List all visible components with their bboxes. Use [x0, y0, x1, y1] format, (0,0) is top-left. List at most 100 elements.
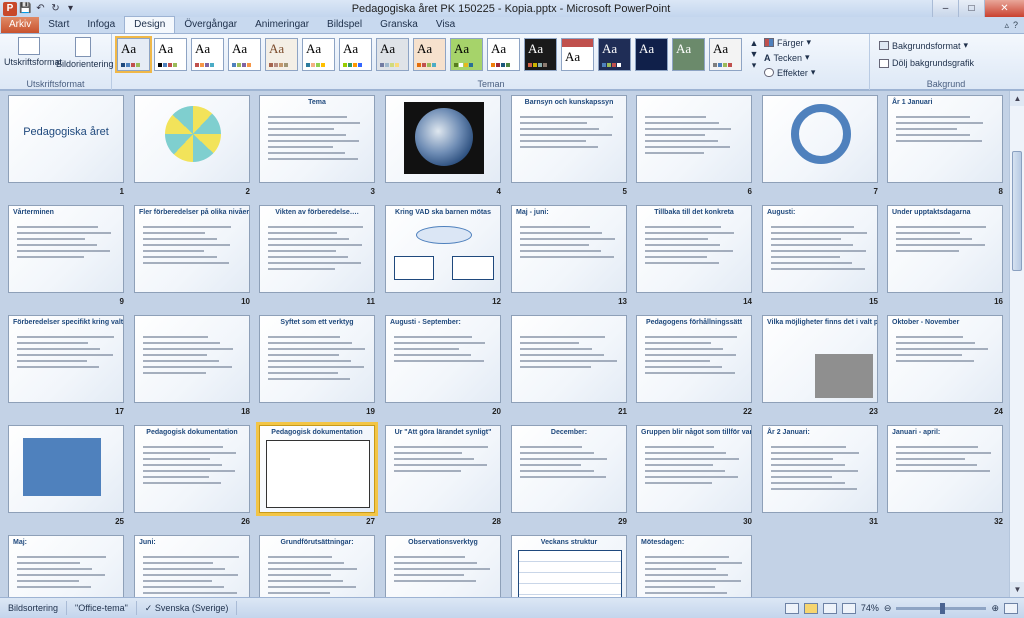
tab-infoga[interactable]: Infoga	[78, 17, 124, 33]
theme-office[interactable]: Aa	[115, 36, 152, 73]
slide-thumbnail[interactable]	[134, 95, 250, 183]
theme-16[interactable]: Aa	[672, 38, 705, 71]
vertical-scrollbar[interactable]: ▲ ▼	[1009, 91, 1024, 597]
slide-thumbnail[interactable]: Syftet som ett verktyg	[259, 315, 375, 403]
scroll-down-icon[interactable]: ▼	[1010, 582, 1024, 597]
zoom-slider[interactable]	[896, 602, 987, 614]
theme-14[interactable]: Aa	[598, 38, 631, 71]
slide-thumbnail[interactable]	[8, 425, 124, 513]
slide-thumbnail[interactable]: Gruppen blir något som tillför varje bar…	[636, 425, 752, 513]
theme-5[interactable]: Aa	[265, 38, 298, 71]
slide-thumbnail[interactable]: Observationsverktyg	[385, 535, 501, 597]
theme-15[interactable]: Aa	[635, 38, 668, 71]
hide-background-checkbox[interactable]: Dölj bakgrundsgrafik	[879, 58, 974, 68]
theme-17[interactable]: Aa	[709, 38, 742, 71]
slide-thumbnail[interactable]: Tillbaka till det konkreta	[636, 205, 752, 293]
zoom-out-icon[interactable]: ⊖	[884, 603, 892, 614]
tab-granska[interactable]: Granska	[371, 17, 427, 33]
slide-thumbnail[interactable]: Pedagogens förhållningssätt	[636, 315, 752, 403]
theme-8[interactable]: Aa	[376, 38, 409, 71]
zoom-level[interactable]: 74%	[861, 603, 879, 613]
theme-12[interactable]: Aa	[524, 38, 557, 71]
slide-thumbnail[interactable]: År 2 Januari:	[762, 425, 878, 513]
slide-thumbnail[interactable]: Tema	[259, 95, 375, 183]
theme-13[interactable]: Aa	[561, 38, 594, 71]
minimize-ribbon-icon[interactable]: ▵	[1004, 20, 1009, 31]
tab-overgangar[interactable]: Övergångar	[175, 17, 246, 33]
slide-thumbnail[interactable]	[762, 95, 878, 183]
page-setup-button[interactable]: Utskriftsformat	[4, 37, 62, 67]
slide-thumbnail[interactable]: Fler förberedelser på olika nivåer	[134, 205, 250, 293]
minimize-button[interactable]: –	[932, 0, 958, 17]
slide-thumbnail[interactable]: Förberedelser specifikt kring valt fokus	[8, 315, 124, 403]
close-button[interactable]: ✕	[984, 0, 1024, 17]
slide-thumbnail[interactable]: Oktober - November	[887, 315, 1003, 403]
slideshow-view-icon[interactable]	[841, 602, 856, 614]
theme-10[interactable]: Aa	[450, 38, 483, 71]
status-language[interactable]: ✓ Svenska (Sverige)	[137, 601, 238, 615]
tab-bildspel[interactable]: Bildspel	[318, 17, 371, 33]
slide-thumbnail[interactable]: Barnsyn och kunskapssyn	[511, 95, 627, 183]
zoom-in-icon[interactable]: ⊕	[991, 603, 999, 614]
slide-thumbnail[interactable]: Vilka möjligheter finns det i valt proje…	[762, 315, 878, 403]
slide-thumbnail[interactable]: Januari - april:	[887, 425, 1003, 513]
save-icon[interactable]: 💾	[19, 2, 32, 15]
theme-7[interactable]: Aa	[339, 38, 372, 71]
slide-thumbnail[interactable]: Veckans struktur	[511, 535, 627, 597]
slide-thumbnail[interactable]: Ur "Att göra lärandet synligt"	[385, 425, 501, 513]
slide-number: 30	[743, 517, 752, 526]
scroll-thumb[interactable]	[1012, 151, 1022, 271]
slide-orientation-button[interactable]: Bildorientering	[56, 37, 114, 69]
colors-button[interactable]: Färger ▾	[764, 37, 811, 48]
slide-thumbnail[interactable]: Vårterminen	[8, 205, 124, 293]
reading-view-icon[interactable]	[822, 602, 837, 614]
slide-thumbnail[interactable]: Augusti:	[762, 205, 878, 293]
slide-thumbnail[interactable]: Juni:	[134, 535, 250, 597]
tab-start[interactable]: Start	[39, 17, 78, 33]
theme-11[interactable]: Aa	[487, 38, 520, 71]
slide-thumbnail[interactable]: Maj - juni:	[511, 205, 627, 293]
theme-4[interactable]: Aa	[228, 38, 261, 71]
scroll-up-icon[interactable]: ▲	[1010, 91, 1024, 106]
theme-3[interactable]: Aa	[191, 38, 224, 71]
slide-thumbnail[interactable]	[511, 315, 627, 403]
slide-thumbnail[interactable]: Augusti - September:	[385, 315, 501, 403]
slide-thumbnail[interactable]: Mötesdagen:	[636, 535, 752, 597]
slide-thumbnail[interactable]	[134, 315, 250, 403]
theme-gallery-scroll[interactable]: ▲ ▼ ▾	[747, 38, 761, 71]
slide-thumbnail[interactable]	[636, 95, 752, 183]
help-icon[interactable]: ?	[1013, 20, 1018, 30]
slide-thumbnail[interactable]: Under upptaktsdagarna	[887, 205, 1003, 293]
slide-thumbnail[interactable]: Grundförutsättningar:	[259, 535, 375, 597]
tab-visa[interactable]: Visa	[427, 17, 464, 33]
slide-thumbnail[interactable]: Vikten av förberedelse….	[259, 205, 375, 293]
powerpoint-icon[interactable]: P	[3, 1, 17, 16]
slide-number: 6	[747, 187, 752, 196]
fit-to-window-icon[interactable]	[1004, 602, 1018, 614]
slide-thumbnail[interactable]: Maj:	[8, 535, 124, 597]
effects-button[interactable]: Effekter ▾	[764, 67, 815, 78]
background-styles-button[interactable]: Bakgrundsformat ▾	[879, 40, 968, 51]
slide-thumbnail[interactable]: Pedagogisk dokumentation	[256, 422, 378, 516]
zoom-slider-knob[interactable]	[940, 602, 946, 614]
slide-thumbnail[interactable]: Pedagogiska året	[8, 95, 124, 183]
theme-6[interactable]: Aa	[302, 38, 335, 71]
slide-thumbnail[interactable]: Pedagogisk dokumentation	[134, 425, 250, 513]
tab-design[interactable]: Design	[124, 16, 176, 33]
slide-thumbnail[interactable]	[385, 95, 501, 183]
slide-title: Tema	[308, 99, 326, 106]
redo-icon[interactable]: ↻	[49, 2, 62, 15]
theme-2[interactable]: Aa	[154, 38, 187, 71]
tab-arkiv[interactable]: Arkiv	[1, 17, 40, 33]
maximize-button[interactable]: □	[958, 0, 984, 17]
normal-view-icon[interactable]	[784, 602, 799, 614]
theme-9[interactable]: Aa	[413, 38, 446, 71]
tab-animeringar[interactable]: Animeringar	[246, 17, 318, 33]
slide-thumbnail[interactable]: December:	[511, 425, 627, 513]
fonts-button[interactable]: A Tecken ▾	[764, 52, 810, 63]
slide-thumbnail[interactable]: Kring VAD ska barnen mötas	[385, 205, 501, 293]
undo-icon[interactable]: ↶	[34, 2, 47, 15]
customize-qat-icon[interactable]: ▾	[64, 2, 77, 15]
slide-sorter-view-icon[interactable]	[803, 602, 818, 614]
slide-thumbnail[interactable]: År 1 Januari	[887, 95, 1003, 183]
